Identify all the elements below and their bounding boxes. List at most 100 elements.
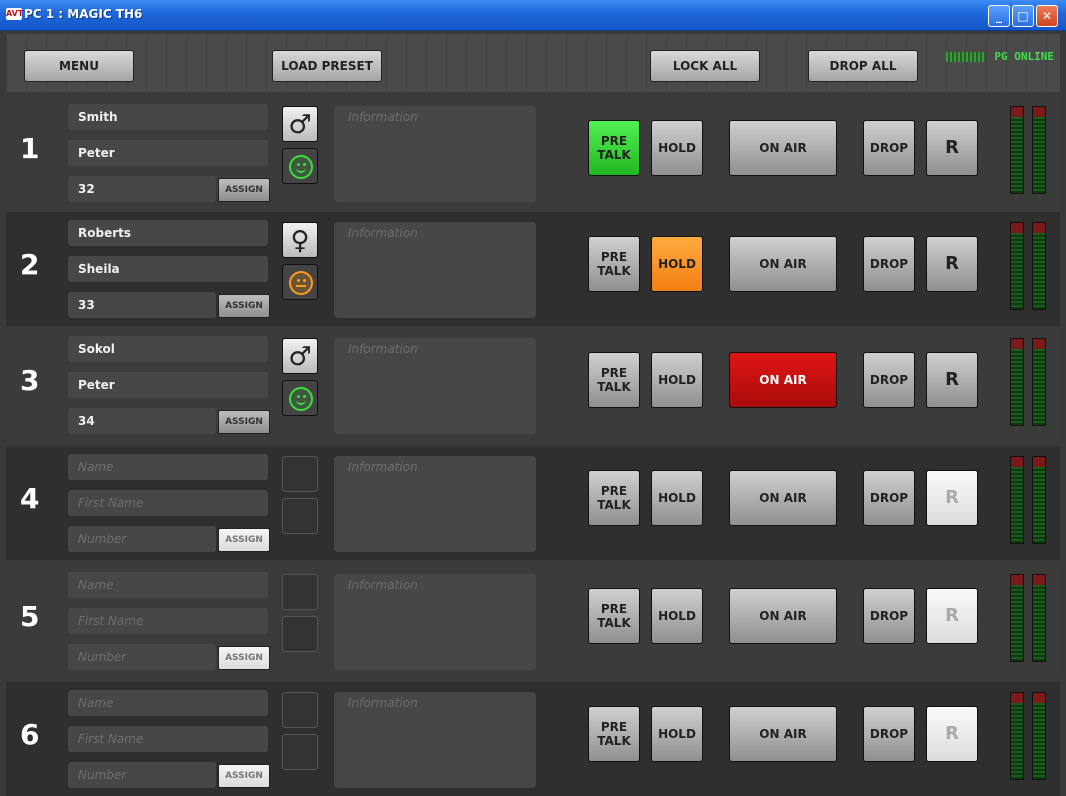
pre-talk-button[interactable]: PRE TALK [588, 236, 640, 292]
level-meter-right [1032, 222, 1046, 310]
level-meter-right [1032, 692, 1046, 780]
mood-slot[interactable] [282, 498, 318, 534]
minimize-icon[interactable]: _ [988, 5, 1010, 27]
line-number: 1 [20, 132, 40, 165]
assign-button[interactable]: ASSIGN [218, 178, 270, 202]
r-button[interactable]: R [926, 470, 978, 526]
assign-button[interactable]: ASSIGN [218, 764, 270, 788]
mood-slot[interactable] [282, 616, 318, 652]
information-field[interactable]: Information [334, 456, 536, 552]
assign-button[interactable]: ASSIGN [218, 646, 270, 670]
pre-talk-button[interactable]: PRE TALK [588, 470, 640, 526]
toolbar: MENU LOAD PRESET LOCK ALL DROP ALL PG ON… [6, 34, 1060, 92]
caller-line-4: 4 Name First Name Number ASSIGN Informat… [6, 446, 1060, 560]
r-button[interactable]: R [926, 236, 978, 292]
line-number: 6 [20, 718, 40, 751]
gender-slot[interactable] [282, 692, 318, 728]
number-field[interactable]: Number [68, 526, 216, 552]
gender-slot[interactable] [282, 574, 318, 610]
mood-neutral-icon[interactable] [282, 264, 318, 300]
neutral-face-icon [289, 271, 313, 295]
lock-all-button[interactable]: LOCK ALL [650, 50, 760, 82]
information-field[interactable]: Information [334, 692, 536, 788]
drop-all-button[interactable]: DROP ALL [808, 50, 918, 82]
assign-button[interactable]: ASSIGN [218, 410, 270, 434]
first-name-field[interactable]: Sheila [68, 256, 268, 282]
drop-button[interactable]: DROP [863, 706, 915, 762]
on-air-button[interactable]: ON AIR [729, 352, 837, 408]
pre-talk-button[interactable]: PRE TALK [588, 352, 640, 408]
name-field[interactable]: Name [68, 572, 268, 598]
information-field[interactable]: Information [334, 338, 536, 434]
pre-talk-label: PRE TALK [597, 484, 631, 512]
on-air-button[interactable]: ON AIR [729, 470, 837, 526]
first-name-field[interactable]: First Name [68, 726, 268, 752]
line-number: 5 [20, 600, 40, 633]
on-air-button[interactable]: ON AIR [729, 706, 837, 762]
hold-button[interactable]: HOLD [651, 706, 703, 762]
mood-happy-icon[interactable] [282, 380, 318, 416]
r-button[interactable]: R [926, 120, 978, 176]
r-button[interactable]: R [926, 706, 978, 762]
level-meter-right [1032, 106, 1046, 194]
caller-line-1: 1 Smith Peter 32 ASSIGN ♂ Information PR… [6, 96, 1060, 210]
female-icon[interactable]: ♀ [282, 222, 318, 258]
hold-button[interactable]: HOLD [651, 352, 703, 408]
line-number: 2 [20, 248, 40, 281]
on-air-button[interactable]: ON AIR [729, 120, 837, 176]
name-field[interactable]: Roberts [68, 220, 268, 246]
mood-happy-icon[interactable] [282, 148, 318, 184]
maximize-icon[interactable]: □ [1012, 5, 1034, 27]
hold-button[interactable]: HOLD [651, 470, 703, 526]
on-air-button[interactable]: ON AIR [729, 588, 837, 644]
name-field[interactable]: Name [68, 454, 268, 480]
hold-button[interactable]: HOLD [651, 236, 703, 292]
name-field[interactable]: Name [68, 690, 268, 716]
male-icon[interactable]: ♂ [282, 338, 318, 374]
first-name-field[interactable]: Peter [68, 140, 268, 166]
male-icon[interactable]: ♂ [282, 106, 318, 142]
close-icon[interactable]: ✕ [1036, 5, 1058, 27]
window-controls: _ □ ✕ [988, 5, 1058, 27]
menu-button[interactable]: MENU [24, 50, 134, 82]
hold-button[interactable]: HOLD [651, 120, 703, 176]
first-name-field[interactable]: Peter [68, 372, 268, 398]
pre-talk-label: PRE TALK [597, 250, 631, 278]
gender-slot[interactable] [282, 456, 318, 492]
name-field[interactable]: Smith [68, 104, 268, 130]
name-field[interactable]: Sokol [68, 336, 268, 362]
assign-button[interactable]: ASSIGN [218, 294, 270, 318]
caller-line-5: 5 Name First Name Number ASSIGN Informat… [6, 564, 1060, 678]
information-field[interactable]: Information [334, 106, 536, 202]
r-button[interactable]: R [926, 588, 978, 644]
on-air-button[interactable]: ON AIR [729, 236, 837, 292]
pre-talk-button[interactable]: PRE TALK [588, 588, 640, 644]
drop-button[interactable]: DROP [863, 470, 915, 526]
title-bar[interactable]: AVT PC 1 : MAGIC TH6 _ □ ✕ [0, 0, 1066, 31]
drop-button[interactable]: DROP [863, 588, 915, 644]
number-field[interactable]: Number [68, 644, 216, 670]
information-field[interactable]: Information [334, 222, 536, 318]
pre-talk-label: PRE TALK [597, 602, 631, 630]
hold-button[interactable]: HOLD [651, 588, 703, 644]
drop-button[interactable]: DROP [863, 352, 915, 408]
r-button[interactable]: R [926, 352, 978, 408]
number-field[interactable]: Number [68, 762, 216, 788]
drop-button[interactable]: DROP [863, 120, 915, 176]
number-field[interactable]: 33 [68, 292, 216, 318]
app-logo-icon: AVT [6, 8, 24, 20]
first-name-field[interactable]: First Name [68, 490, 268, 516]
number-field[interactable]: 32 [68, 176, 216, 202]
information-field[interactable]: Information [334, 574, 536, 670]
assign-button[interactable]: ASSIGN [218, 528, 270, 552]
first-name-field[interactable]: First Name [68, 608, 268, 634]
mood-slot[interactable] [282, 734, 318, 770]
level-meter-left [1010, 574, 1024, 662]
pre-talk-button[interactable]: PRE TALK [588, 706, 640, 762]
level-meter-left [1010, 456, 1024, 544]
line-number: 3 [20, 364, 40, 397]
load-preset-button[interactable]: LOAD PRESET [272, 50, 382, 82]
pre-talk-button[interactable]: PRE TALK [588, 120, 640, 176]
drop-button[interactable]: DROP [863, 236, 915, 292]
number-field[interactable]: 34 [68, 408, 216, 434]
